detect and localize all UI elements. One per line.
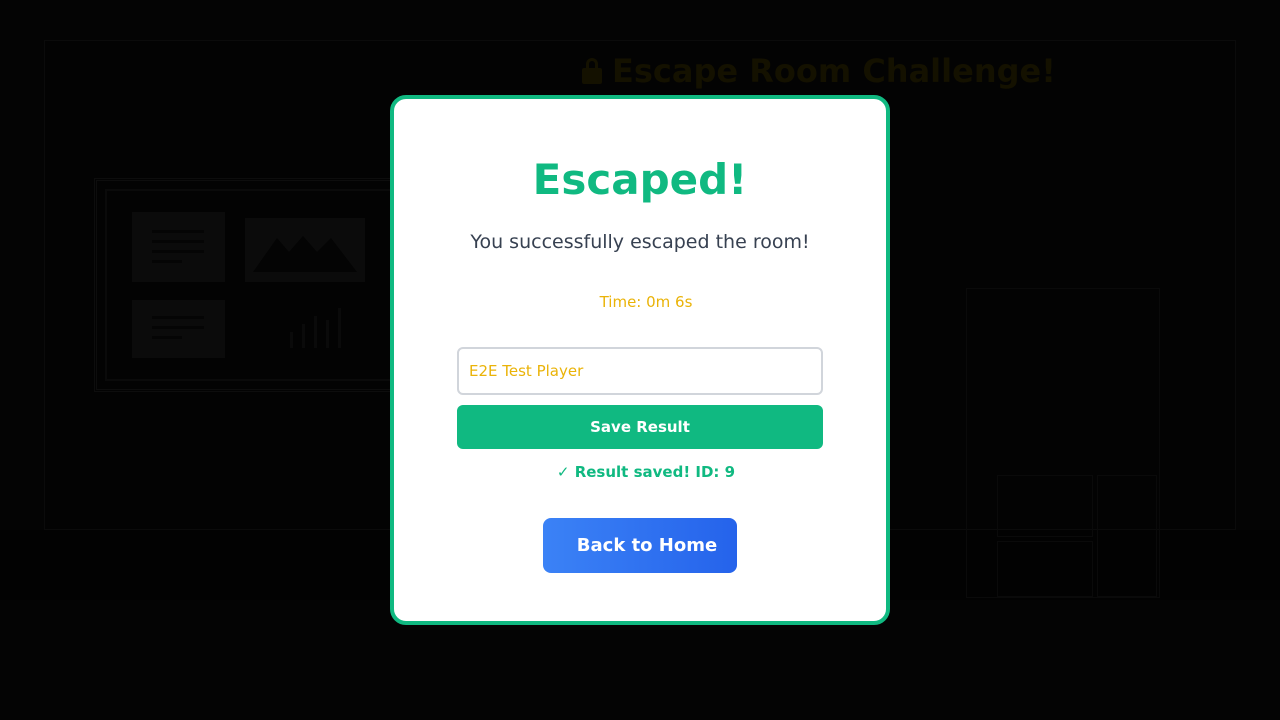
dialog-message: You successfully escaped the room! (470, 231, 810, 253)
elapsed-time: Time: 0m 6s (599, 293, 693, 311)
back-to-home-button[interactable]: Back to Home (543, 518, 737, 573)
escape-success-dialog: Escaped! You successfully escaped the ro… (390, 95, 890, 625)
save-result-button[interactable]: Save Result (457, 405, 823, 449)
dialog-title: Escaped! (532, 155, 748, 204)
player-name-input[interactable] (457, 347, 823, 395)
save-status-message: ✓ Result saved! ID: 9 (556, 463, 736, 481)
